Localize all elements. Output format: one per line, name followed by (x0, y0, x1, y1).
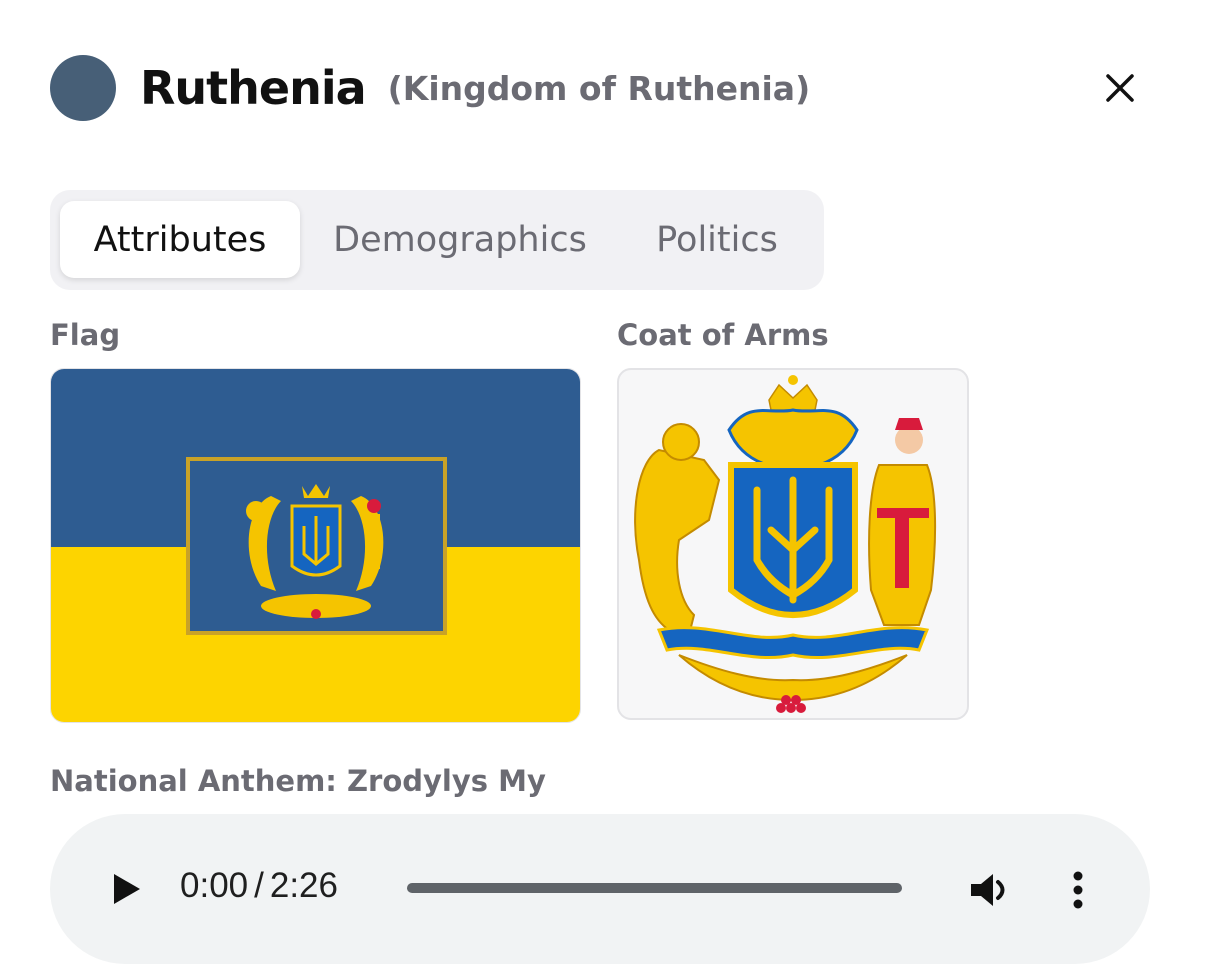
close-icon (1106, 74, 1134, 102)
duration: 2:26 (269, 866, 338, 905)
current-time: 0:00 (180, 866, 249, 905)
time-display: 0:00/2:26 (180, 866, 338, 906)
more-vertical-icon (1073, 871, 1083, 909)
audio-player: 0:00/2:26 (50, 814, 1150, 964)
tab-attributes[interactable]: Attributes (60, 201, 300, 278)
anthem-label: National Anthem: Zrodylys My (50, 764, 546, 798)
dialog-header: Ruthenia (Kingdom of Ruthenia) (50, 52, 1160, 124)
tab-demographics[interactable]: Demographics (310, 201, 610, 278)
coat-of-arms-image (617, 368, 969, 720)
tab-bar: Attributes Demographics Politics (50, 190, 824, 290)
time-separator: / (254, 866, 264, 905)
volume-icon (971, 874, 1005, 906)
volume-button[interactable] (965, 866, 1013, 914)
page-subtitle: (Kingdom of Ruthenia) (387, 68, 811, 108)
progress-bar[interactable] (407, 883, 902, 893)
play-button[interactable] (106, 869, 146, 909)
flag-label: Flag (50, 318, 121, 352)
coat-of-arms-label: Coat of Arms (617, 318, 829, 352)
more-options-button[interactable] (1060, 866, 1096, 914)
play-icon (114, 874, 140, 904)
close-button[interactable] (1100, 68, 1140, 108)
flag-image (50, 368, 581, 723)
tab-politics[interactable]: Politics (620, 201, 814, 278)
page-title: Ruthenia (140, 61, 367, 115)
avatar (50, 55, 116, 121)
